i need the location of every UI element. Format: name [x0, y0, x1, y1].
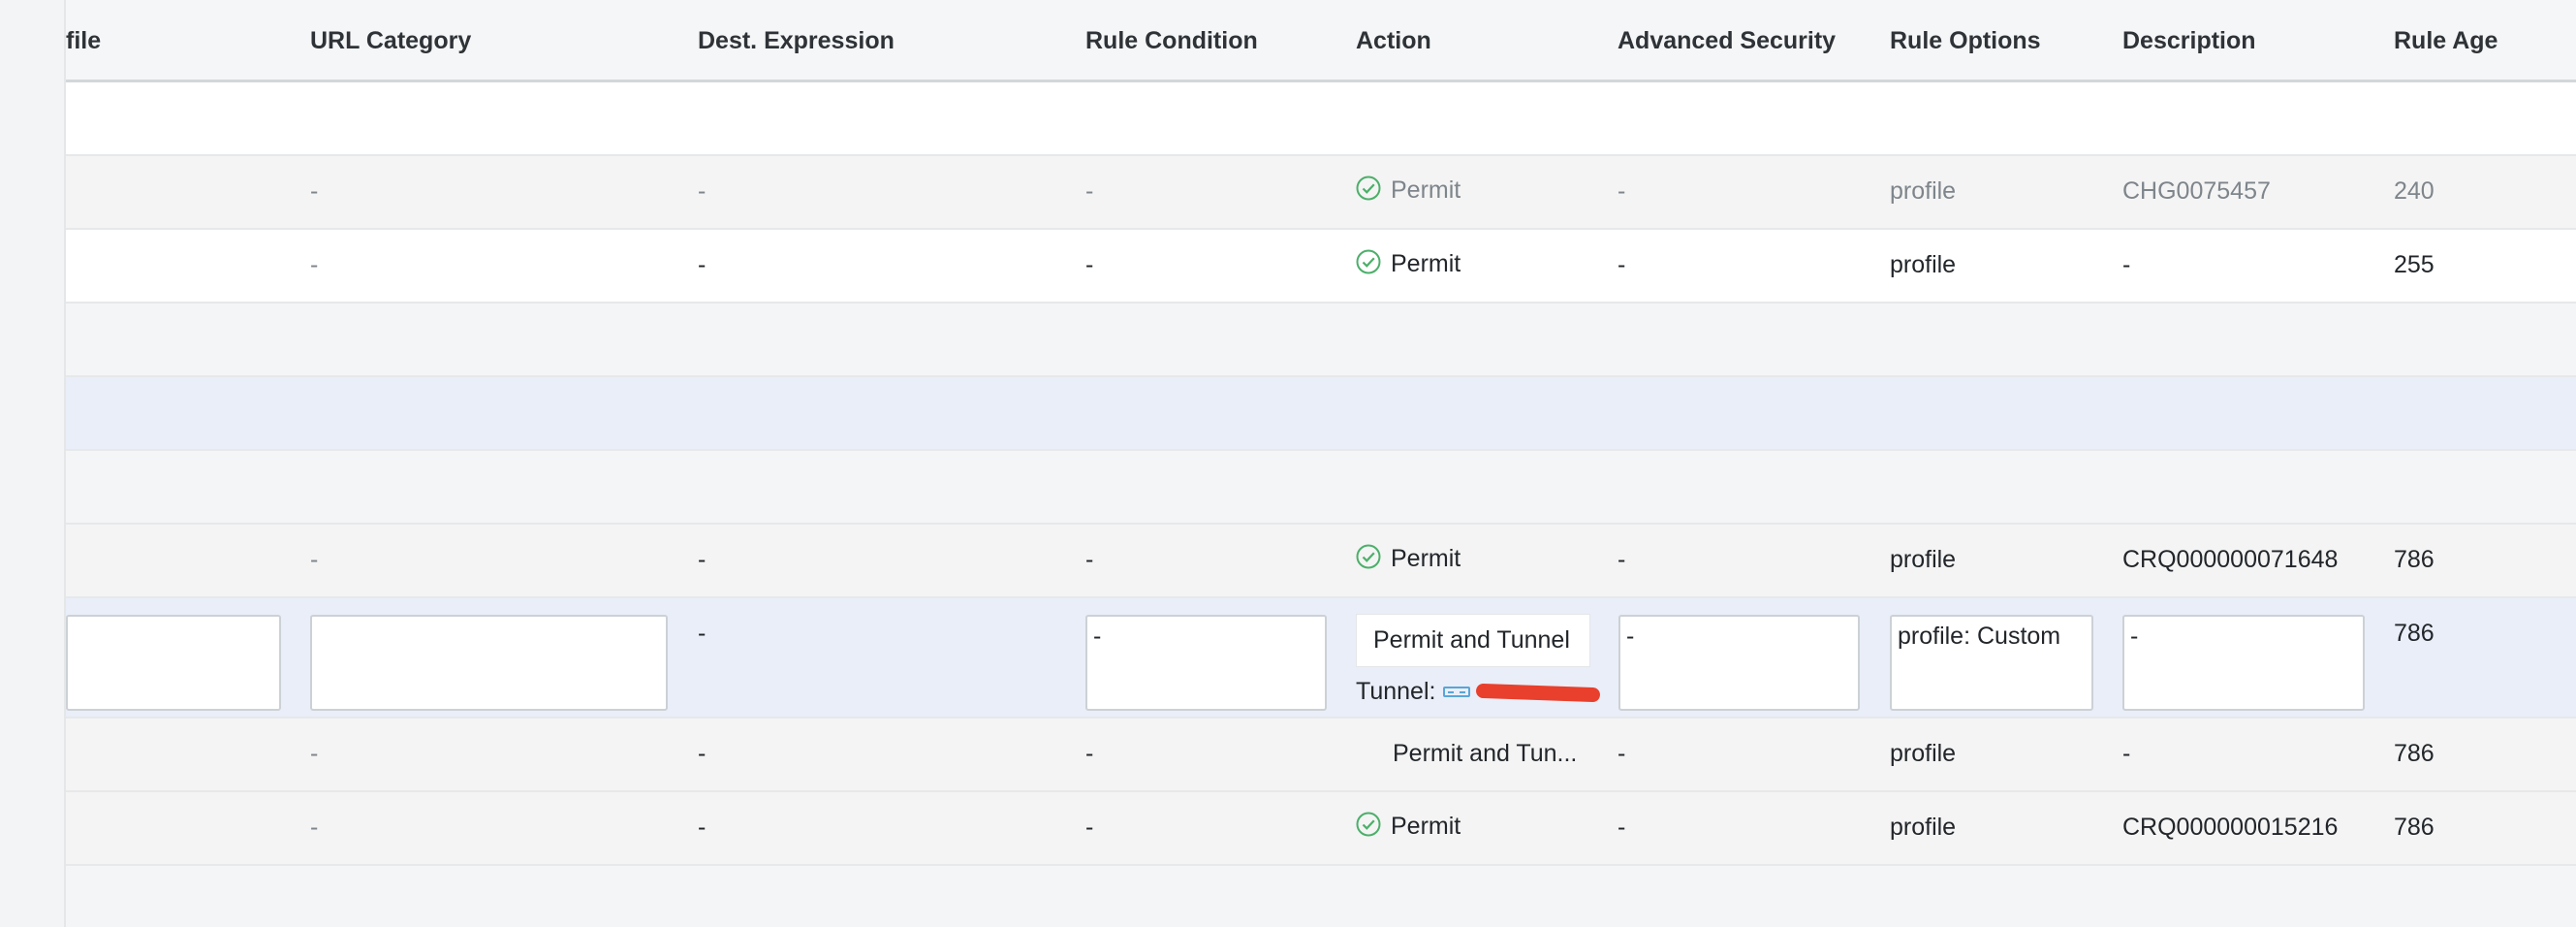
description-cell: -: [2122, 740, 2131, 767]
url-category-cell: -: [310, 814, 319, 841]
description-cell: CHG0075457: [2122, 177, 2271, 205]
table-row-empty[interactable]: [66, 304, 2576, 377]
action-cell: Permit: [1356, 812, 1461, 841]
tunnel-label: Tunnel:: [1356, 678, 1436, 705]
rule-age-cell: 240: [2394, 177, 2435, 205]
header-profile[interactable]: file: [66, 27, 101, 55]
description-cell: CRQ000000071648: [2122, 546, 2339, 573]
action-cell: Permit and Tun...: [1393, 740, 1578, 767]
rule-options-edit-field[interactable]: profile: Custom: [1890, 615, 2093, 711]
table-row-empty-selected[interactable]: [66, 377, 2576, 451]
rule-age-cell: 786: [2394, 814, 2435, 841]
action-cell: Permit: [1356, 176, 1461, 205]
dest-expression-cell: -: [698, 620, 707, 647]
rule-options-cell: profile: [1890, 177, 1957, 205]
url-category-cell: -: [310, 740, 319, 767]
table-row-empty[interactable]: [66, 82, 2576, 156]
header-action[interactable]: Action: [1356, 27, 1431, 55]
advanced-security-cell: -: [1618, 814, 1626, 841]
table-row[interactable]: - - - Permit - profile CHG0075457 240: [66, 156, 2576, 230]
header-url-category[interactable]: URL Category: [310, 27, 471, 55]
tunnel-icon: [1443, 687, 1471, 697]
url-category-edit-field[interactable]: [310, 615, 668, 711]
advanced-security-cell: -: [1618, 740, 1626, 767]
action-cell: Permit: [1356, 249, 1461, 278]
rule-age-cell: 255: [2394, 251, 2435, 278]
check-circle-icon: [1356, 544, 1381, 569]
header-rule-condition[interactable]: Rule Condition: [1085, 27, 1258, 55]
action-select[interactable]: Permit and Tunnel: [1356, 614, 1590, 667]
header-dest-expression[interactable]: Dest. Expression: [698, 27, 895, 55]
table-row[interactable]: - - - Permit - profile - 255: [66, 230, 2576, 304]
dest-expression-cell: -: [698, 814, 707, 841]
rule-condition-cell: -: [1085, 177, 1094, 205]
rule-age-cell: 786: [2394, 740, 2435, 767]
check-circle-icon: [1356, 176, 1381, 201]
rule-condition-cell: -: [1085, 546, 1094, 573]
url-category-cell: -: [310, 546, 319, 573]
url-category-cell: -: [310, 177, 319, 205]
table-row-empty[interactable]: [66, 451, 2576, 525]
table-row[interactable]: - - - Permit - profile CRQ000000015216 7…: [66, 792, 2576, 866]
check-circle-icon: [1356, 249, 1381, 274]
header-rule-options[interactable]: Rule Options: [1890, 27, 2041, 55]
advanced-security-edit-field[interactable]: -: [1618, 615, 1860, 711]
rule-options-cell: profile: [1890, 251, 1957, 278]
dest-expression-cell: -: [698, 740, 707, 767]
table-row[interactable]: - - - Permit - profile CRQ000000071648 7…: [66, 525, 2576, 598]
header-rule-age[interactable]: Rule Age: [2394, 27, 2497, 55]
description-edit-field[interactable]: -: [2122, 615, 2365, 711]
advanced-security-cell: -: [1618, 177, 1626, 205]
redaction-mark: [1476, 682, 1600, 703]
table-row-editing[interactable]: - - Permit and Tunnel Tunnel: - profile:…: [66, 598, 2576, 719]
rule-condition-edit-field[interactable]: -: [1085, 615, 1327, 711]
rule-condition-cell: -: [1085, 251, 1094, 278]
action-label: Permit: [1391, 250, 1461, 277]
profile-edit-field[interactable]: [66, 615, 281, 711]
header-description[interactable]: Description: [2122, 27, 2256, 55]
advanced-security-cell: -: [1618, 251, 1626, 278]
dest-expression-cell: -: [698, 546, 707, 573]
rule-options-cell: profile: [1890, 740, 1957, 767]
dest-expression-cell: -: [698, 177, 707, 205]
action-label: Permit: [1391, 813, 1461, 840]
check-circle-icon: [1356, 812, 1381, 837]
description-cell: -: [2122, 251, 2131, 278]
rule-options-cell: profile: [1890, 546, 1957, 573]
dest-expression-cell: -: [698, 251, 707, 278]
rule-options-cell: profile: [1890, 814, 1957, 841]
table-row[interactable]: - - - Permit and Tun... - profile - 786: [66, 719, 2576, 792]
left-sidebar: [0, 0, 66, 927]
url-category-cell: -: [310, 251, 319, 278]
rule-condition-cell: -: [1085, 740, 1094, 767]
advanced-security-cell: -: [1618, 546, 1626, 573]
action-cell: Permit: [1356, 544, 1461, 573]
rule-age-cell: 786: [2394, 546, 2435, 573]
description-cell: CRQ000000015216: [2122, 814, 2339, 841]
action-label: Permit: [1391, 176, 1461, 204]
rule-age-cell: 786: [2394, 620, 2435, 647]
action-label: Permit: [1391, 545, 1461, 572]
rules-table: file URL Category Dest. Expression Rule …: [66, 0, 2576, 927]
tunnel-value[interactable]: Tunnel:: [1356, 678, 1600, 706]
header-advanced-security[interactable]: Advanced Security: [1618, 27, 1836, 55]
rule-condition-cell: -: [1085, 814, 1094, 841]
table-header: file URL Category Dest. Expression Rule …: [66, 0, 2576, 82]
